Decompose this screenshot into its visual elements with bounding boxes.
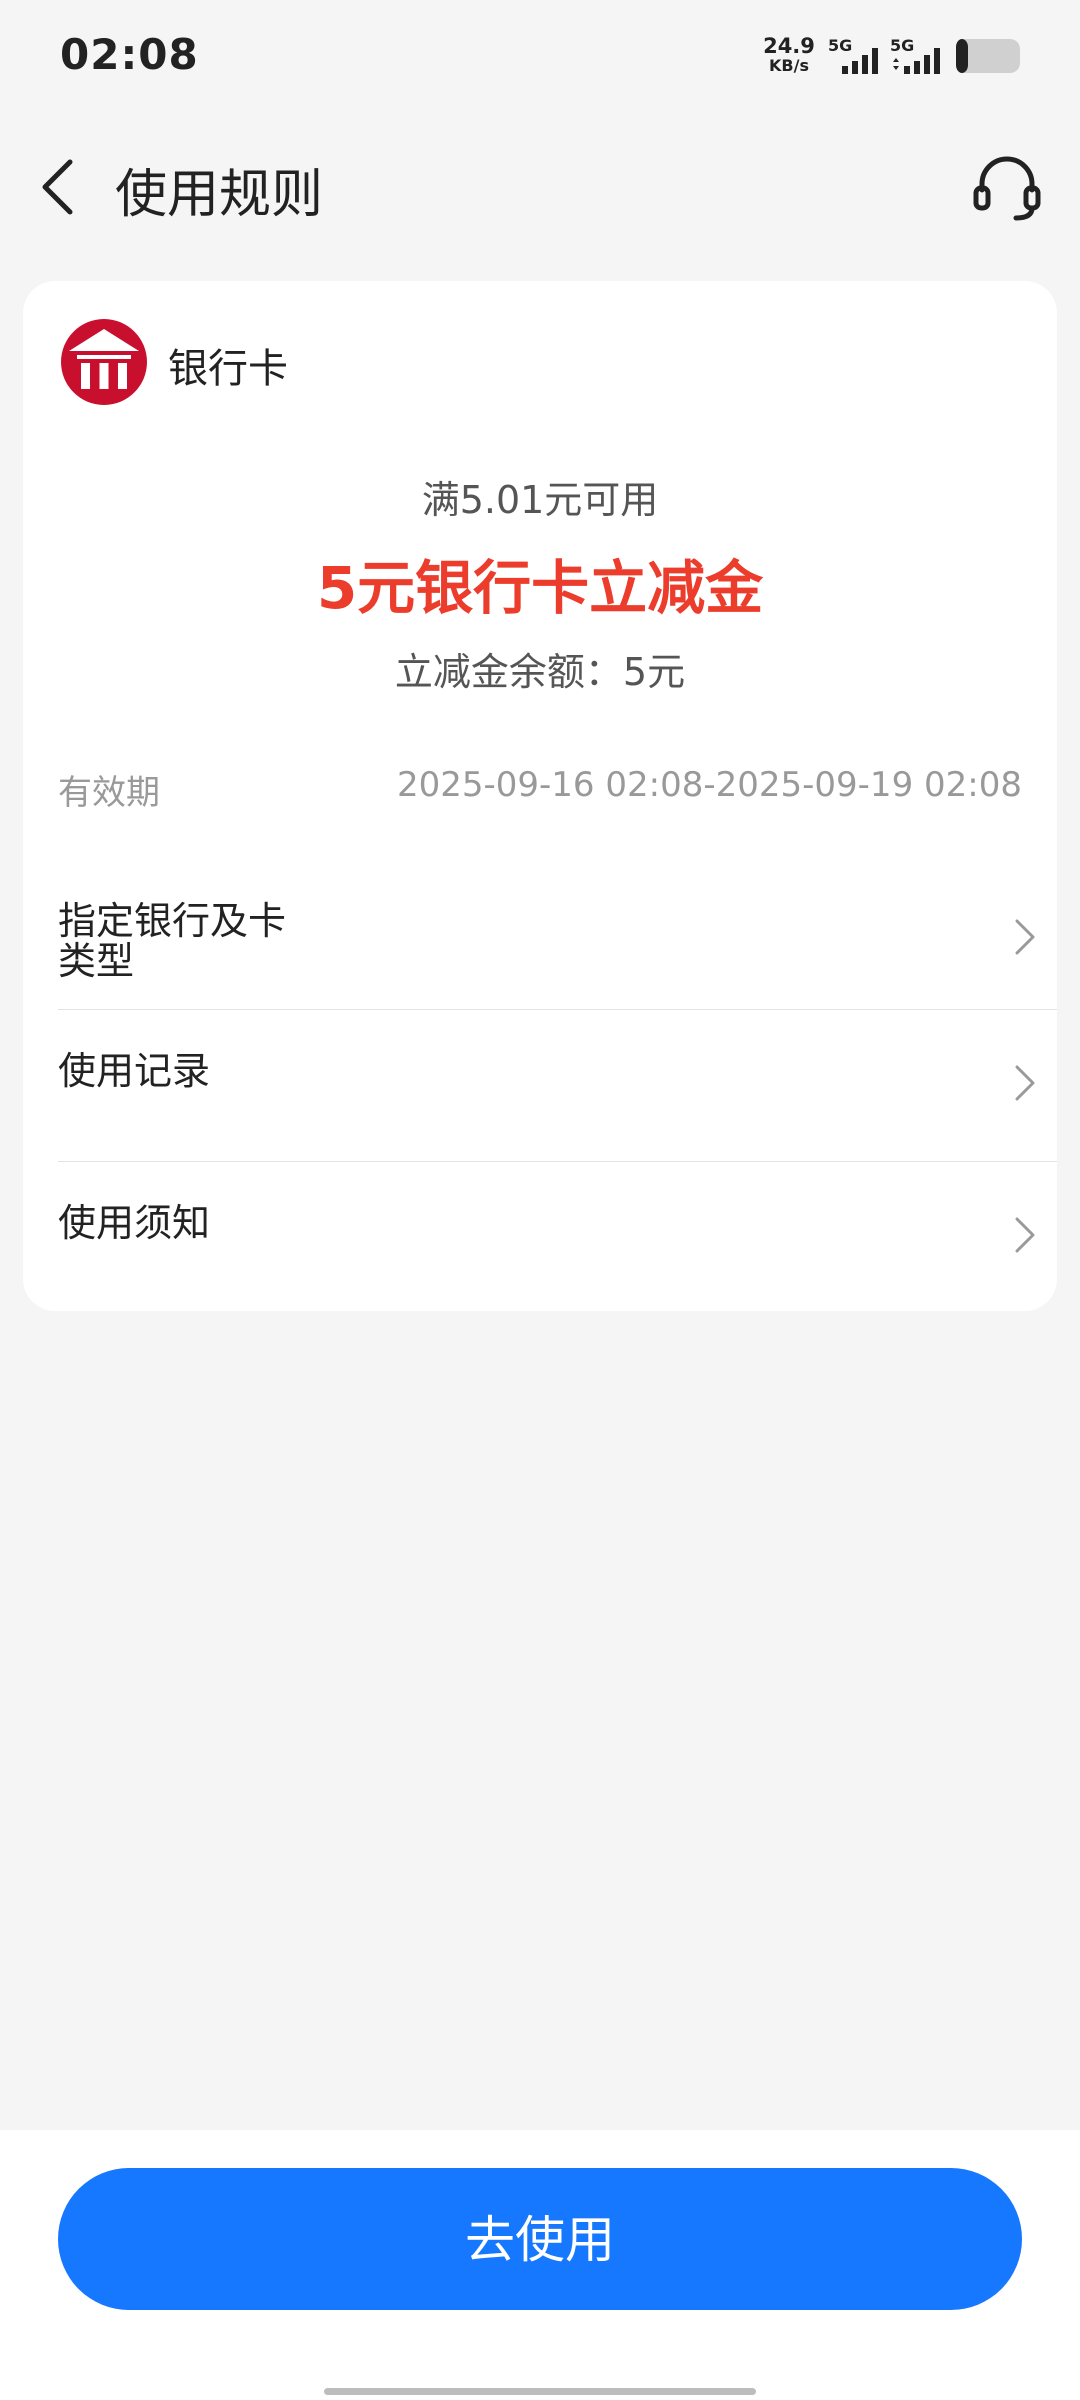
home-indicator[interactable]: [324, 2388, 756, 2395]
page: 02:08 24.9 KB/s 5G 5G 使用规则 银行卡 满5.01元可用 …: [0, 0, 1080, 2400]
usage-condition: 满5.01元可用: [421, 478, 659, 522]
status-time: 02:08: [60, 30, 199, 79]
validity-label: 有效期: [58, 773, 160, 813]
chevron-right-icon: [1015, 1065, 1035, 1101]
page-title: 使用规则: [115, 165, 324, 225]
status-bar: 02:08 24.9 KB/s 5G 5G: [0, 0, 1080, 112]
battery-icon: [956, 39, 1020, 73]
validity-value: 2025-09-16 02:08-2025-09-19 02:08: [396, 765, 1022, 805]
use-now-button[interactable]: 去使用: [58, 2168, 1022, 2310]
bottom-action-bar: 去使用: [0, 2130, 1080, 2400]
sim1-signal-icon: 5G: [828, 36, 886, 76]
header: 使用规则: [0, 130, 1080, 240]
chevron-right-icon: [1015, 1217, 1035, 1253]
bank-icon: [61, 319, 147, 405]
divider: [58, 1161, 1057, 1162]
menu-item-label: 使用须知: [58, 1201, 211, 1245]
headset-icon[interactable]: [970, 150, 1044, 224]
bank-name: 银行卡: [168, 346, 288, 392]
coupon-card: 银行卡 满5.01元可用 5元银行卡立减金 立减金余额：5元 有效期 2025-…: [23, 281, 1057, 1311]
network-speed: 24.9 KB/s: [762, 36, 816, 76]
menu-item-usage-records[interactable]: 使用记录: [58, 1051, 1057, 1201]
menu-item-usage-notice[interactable]: 使用须知: [58, 1203, 1057, 1353]
menu-item-label-line2: 类型: [58, 939, 135, 983]
network-speed-value: 24.9: [763, 34, 815, 58]
sim2-signal-icon: 5G: [890, 36, 948, 76]
menu-item-bank-card-types[interactable]: 指定银行及卡 类型: [58, 901, 1057, 1051]
coupon-title: 5元银行卡立减金: [316, 554, 764, 622]
network-speed-unit: KB/s: [769, 56, 809, 75]
coupon-balance: 立减金余额：5元: [394, 650, 686, 694]
back-arrow-icon[interactable]: [30, 152, 90, 222]
divider: [58, 1009, 1057, 1010]
chevron-right-icon: [1015, 919, 1035, 955]
menu-item-label: 使用记录: [58, 1049, 211, 1093]
menu-item-label: 指定银行及卡: [58, 899, 287, 943]
